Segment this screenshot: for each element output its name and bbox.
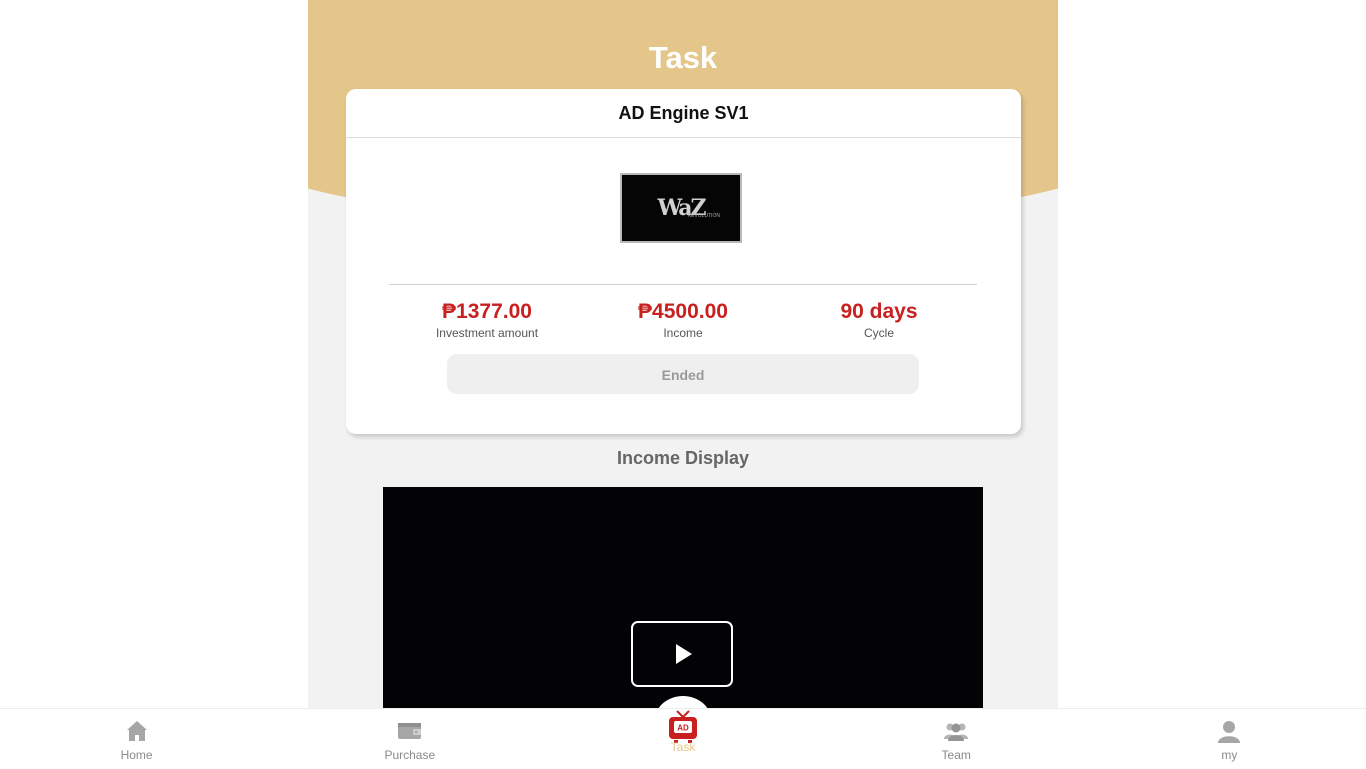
tab-task-label: Task (670, 740, 696, 754)
tab-my-label: my (1221, 748, 1238, 762)
ended-button[interactable]: Ended (447, 354, 919, 394)
tab-purchase[interactable]: Purchase (273, 709, 546, 769)
income-value: ₱4500.00 (638, 300, 728, 323)
income-label: Income (663, 326, 703, 340)
income-video-player[interactable] (383, 487, 983, 712)
product-card: AD Engine SV1 WaZ REVOLUTION ₱1377.00 In… (346, 89, 1021, 434)
svg-text:AD: AD (677, 724, 689, 733)
investment-amount-label: Investment amount (435, 326, 539, 340)
app-container: Task AD Engine SV1 WaZ REVOLUTION ₱1377.… (308, 0, 1058, 768)
tab-home[interactable]: Home (0, 709, 273, 769)
product-logo: WaZ REVOLUTION (657, 195, 720, 221)
cycle-value: 90 days (840, 300, 918, 323)
user-icon (1216, 718, 1242, 744)
video-play-button[interactable] (631, 621, 733, 687)
bottom-tab-bar: Home Purchase AD Task Team my (0, 708, 1366, 769)
tab-team-label: Team (941, 748, 971, 762)
cycle-stat: 90 days Cycle (781, 299, 977, 341)
tab-team[interactable]: Team (820, 709, 1093, 769)
investment-stat: ₱1377.00 Investment amount (389, 299, 585, 341)
tab-my[interactable]: my (1093, 709, 1366, 769)
wallet-icon (397, 718, 423, 744)
tab-home-label: Home (120, 748, 153, 762)
tab-task[interactable]: AD Task (546, 709, 819, 769)
play-icon (676, 644, 692, 664)
team-icon (943, 718, 969, 744)
product-name: AD Engine SV1 (346, 89, 1021, 138)
product-logo-subtext: REVOLUTION (687, 213, 720, 219)
card-divider (389, 284, 977, 285)
income-display-title: Income Display (616, 448, 750, 468)
investment-amount-value: ₱1377.00 (442, 300, 532, 323)
home-icon (124, 718, 150, 744)
tab-purchase-label: Purchase (384, 748, 436, 762)
product-stats: ₱1377.00 Investment amount ₱4500.00 Inco… (389, 299, 977, 341)
income-stat: ₱4500.00 Income (585, 299, 781, 341)
cycle-label: Cycle (863, 326, 894, 340)
product-image: WaZ REVOLUTION (620, 173, 742, 243)
ad-tv-icon: AD (668, 709, 698, 743)
page-title: Task (648, 40, 718, 75)
